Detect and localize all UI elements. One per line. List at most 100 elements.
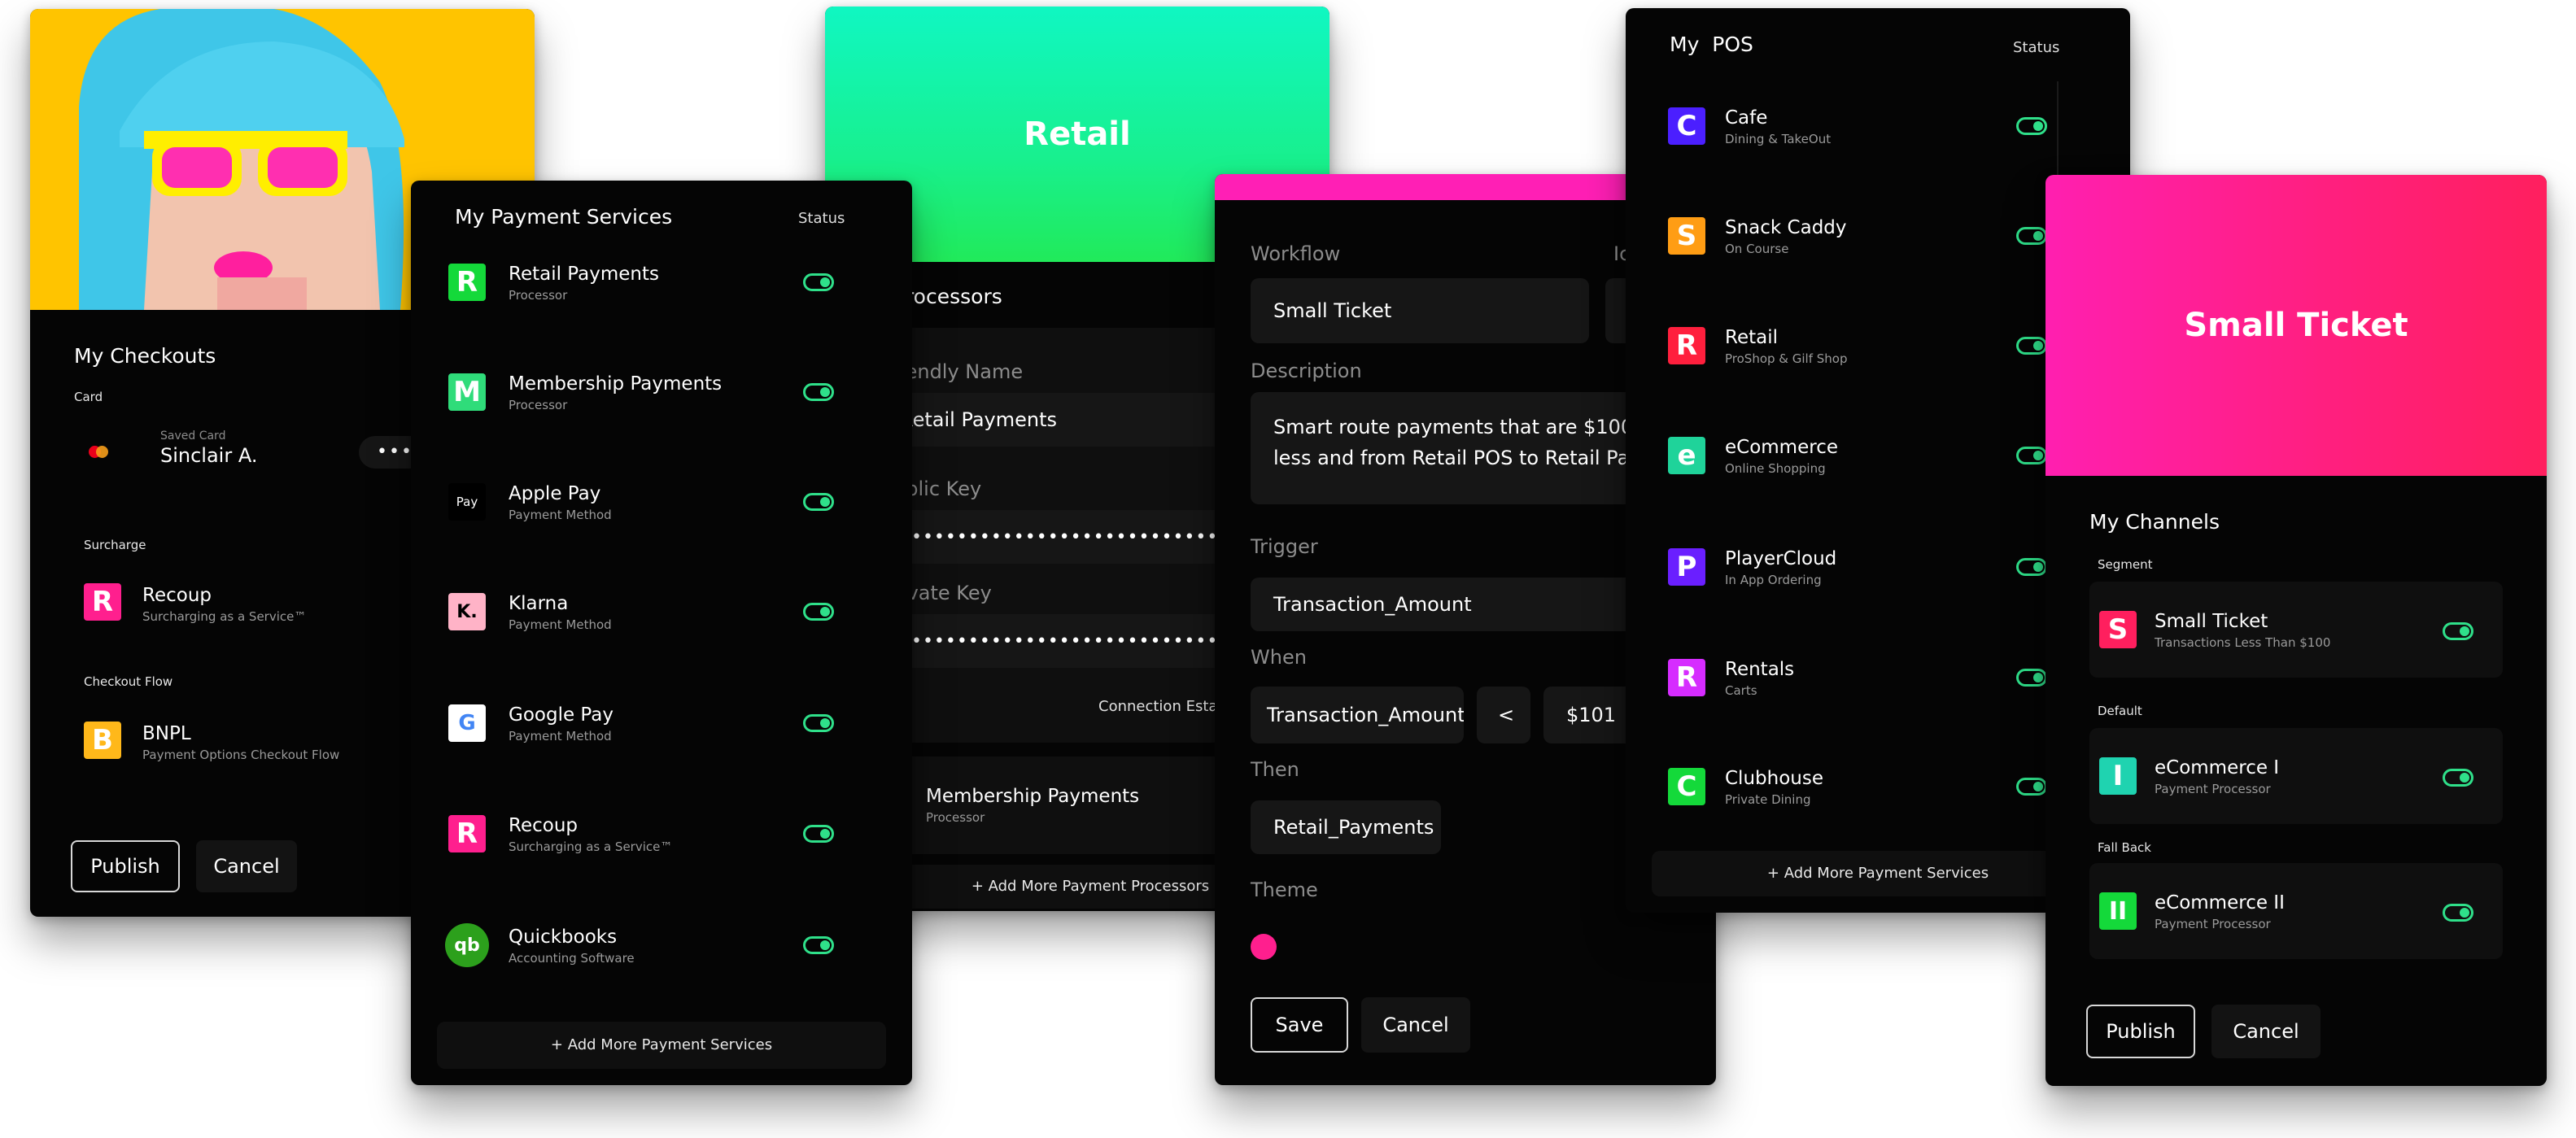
item-name: Clubhouse (1725, 768, 1823, 789)
default-label: Default (2098, 704, 2142, 718)
when-label: When (1251, 646, 1307, 669)
item-subtitle: Payment Method (509, 729, 612, 743)
item-name: Retail Payments (509, 264, 659, 285)
fallback-label: Fall Back (2098, 840, 2151, 855)
status-column-label: Status (798, 210, 845, 227)
item-name: Apple Pay (509, 483, 601, 504)
cancel-button[interactable]: Cancel (196, 840, 297, 892)
channel-item-segment[interactable]: S Small Ticket Transactions Less Than $1… (2089, 582, 2503, 678)
payment-service-item[interactable]: R Recoup Surcharging as a Service™ (448, 805, 904, 862)
apple-pay-icon: Pay (448, 483, 486, 521)
item-subtitle: Transactions Less Than $100 (2155, 635, 2331, 650)
status-toggle[interactable] (803, 936, 834, 954)
cancel-button[interactable]: Cancel (1361, 997, 1470, 1053)
theme-color-swatch[interactable] (1251, 934, 1277, 960)
status-toggle[interactable] (803, 603, 834, 621)
status-toggle[interactable] (2016, 778, 2047, 796)
publish-button[interactable]: Publish (71, 840, 180, 892)
google-pay-icon: G (448, 704, 486, 742)
payment-service-item[interactable]: G Google Pay Payment Method (448, 695, 904, 752)
when-field-input[interactable]: Transaction_Amount (1251, 687, 1464, 743)
membership-payments-icon: M (448, 373, 486, 411)
status-toggle[interactable] (2443, 904, 2473, 922)
klarna-icon: K. (448, 593, 486, 630)
pos-item[interactable]: C Cafe Dining & TakeOut (1668, 98, 2114, 155)
item-name: Retail (1725, 327, 1778, 348)
item-name: Klarna (509, 593, 569, 614)
item-name: BNPL (142, 723, 191, 744)
then-input[interactable]: Retail_Payments (1251, 800, 1441, 854)
status-column-label: Status (2013, 39, 2060, 56)
status-toggle[interactable] (803, 493, 834, 511)
payment-service-item[interactable]: qb Quickbooks Accounting Software (445, 917, 904, 974)
payment-service-item[interactable]: K. Klarna Payment Method (448, 583, 904, 640)
item-subtitle: Payment Method (509, 508, 612, 522)
saved-card-caption: Saved Card (160, 429, 226, 443)
status-toggle[interactable] (803, 825, 834, 843)
item-name: Recoup (142, 585, 212, 606)
recoup-icon: R (448, 815, 486, 852)
item-name: PlayerCloud (1725, 548, 1837, 569)
item-name: Snack Caddy (1725, 217, 1847, 238)
publish-button[interactable]: Publish (2086, 1005, 2195, 1058)
payment-service-item[interactable]: M Membership Payments Processor (448, 364, 904, 421)
item-name: eCommerce (1725, 437, 1838, 458)
channel-item-default[interactable]: I eCommerce I Payment Processor (2089, 728, 2503, 824)
clubhouse-icon: C (1668, 768, 1705, 805)
item-subtitle: Surcharging as a Service™ (142, 609, 307, 624)
status-toggle[interactable] (803, 383, 834, 401)
description-label: Description (1251, 360, 1362, 382)
status-toggle[interactable] (2016, 669, 2047, 687)
saved-card-name: Sinclair A. (160, 444, 258, 467)
cafe-icon: C (1668, 107, 1705, 145)
save-button[interactable]: Save (1251, 997, 1348, 1053)
section-title: My Channels (2089, 510, 2220, 534)
recoup-icon: R (84, 583, 121, 621)
status-toggle[interactable] (803, 273, 834, 291)
add-payment-services-link[interactable]: + Add More Payment Services (437, 1022, 886, 1069)
item-name: Membership Payments (509, 373, 723, 395)
workflow-label: Workflow (1251, 242, 1341, 265)
item-name: Cafe (1725, 107, 1768, 129)
snack-caddy-icon: S (1668, 217, 1705, 255)
item-subtitle: Payment Method (509, 617, 612, 632)
ecommerce-icon: e (1668, 437, 1705, 474)
quickbooks-icon: qb (445, 923, 489, 967)
theme-label: Theme (1251, 879, 1318, 901)
item-subtitle: Accounting Software (509, 951, 635, 966)
payment-services-panel: My Payment Services Status R Retail Payme… (411, 181, 912, 1085)
status-toggle[interactable] (2016, 337, 2047, 355)
then-label: Then (1251, 758, 1299, 781)
item-name: Rentals (1725, 659, 1795, 680)
status-toggle[interactable] (2443, 769, 2473, 787)
ecommerce-ii-icon: II (2099, 892, 2137, 930)
payment-service-item[interactable]: R Retail Payments Processor (448, 254, 904, 311)
payment-service-item[interactable]: Pay Apple Pay Payment Method (448, 473, 904, 530)
status-toggle[interactable] (2016, 447, 2047, 464)
status-toggle[interactable] (2016, 117, 2047, 135)
item-name: Google Pay (509, 704, 613, 726)
status-toggle[interactable] (2443, 622, 2473, 640)
item-name: Quickbooks (509, 927, 618, 948)
small-ticket-banner: Small Ticket (2046, 175, 2547, 476)
channel-item-fallback[interactable]: II eCommerce II Payment Processor (2089, 863, 2503, 959)
section-title: My POS (1670, 33, 1753, 56)
checkout-flow-section-label: Checkout Flow (84, 674, 173, 689)
item-subtitle: Online Shopping (1725, 461, 1826, 476)
item-subtitle: Processor (509, 288, 568, 303)
status-toggle[interactable] (2016, 558, 2047, 576)
workflow-input[interactable]: Small Ticket (1251, 278, 1589, 343)
item-subtitle: In App Ordering (1725, 573, 1822, 587)
cancel-button[interactable]: Cancel (2211, 1005, 2321, 1058)
status-toggle[interactable] (2016, 227, 2047, 245)
item-name: Recoup (509, 815, 578, 836)
item-subtitle: Carts (1725, 683, 1757, 698)
item-subtitle: Processor (509, 398, 568, 412)
when-operator-select[interactable]: < (1477, 687, 1530, 743)
add-payment-services-link[interactable]: + Add More Payment Services (1652, 851, 2104, 896)
rentals-icon: R (1668, 659, 1705, 696)
bnpl-icon: B (84, 722, 121, 759)
status-toggle[interactable] (803, 714, 834, 732)
playercloud-icon: P (1668, 548, 1705, 586)
item-name: Small Ticket (2155, 611, 2268, 632)
